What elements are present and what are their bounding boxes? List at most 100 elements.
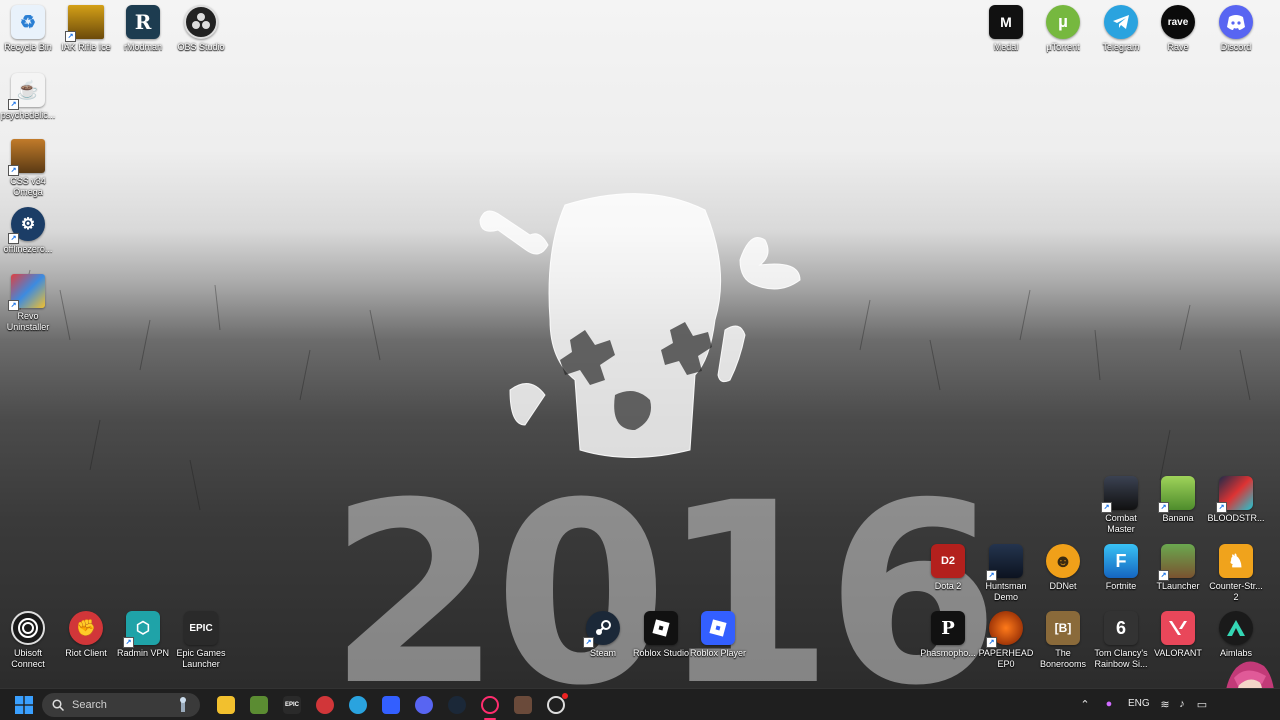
desktop-icon-bloodstrike[interactable]: ↗ BLOODSTR... [1206, 476, 1266, 524]
recycle-bin-icon: ♻ [11, 5, 45, 39]
windows-logo-icon [15, 696, 33, 714]
roblox-icon [382, 696, 400, 714]
desktop-icon-valorant[interactable]: VALORANT [1148, 611, 1208, 659]
taskbar-game-app[interactable] [511, 693, 535, 717]
taskbar-search-box[interactable]: Search [42, 693, 200, 717]
taskbar-minecraft[interactable] [247, 693, 271, 717]
desktop-icon-roblox-studio[interactable]: Roblox Studio [631, 611, 691, 659]
desktop-icon-obs[interactable]: OBS Studio [171, 5, 231, 53]
revo-uninstaller-icon: ↗ [8, 274, 45, 311]
desktop-icon-rmodman[interactable]: R rModman [113, 5, 173, 53]
desktop-icon-paperhead[interactable]: ↗ PAPERHEAD EP0 [976, 611, 1036, 670]
desktop-icon-medal[interactable]: M Medal [976, 5, 1036, 53]
ddnet-icon: ☻ [1046, 544, 1080, 578]
desktop-icon-huntsman[interactable]: ↗ Huntsman Demo [976, 544, 1036, 603]
desktop-icon-iak-rifle[interactable]: ↗ IAK Rifle Ice [56, 5, 116, 53]
discord-icon [415, 696, 433, 714]
aimlabs-icon [1219, 611, 1253, 645]
desktop-icon-dota2[interactable]: D2 Dota 2 [918, 544, 978, 592]
desktop-icon-tlauncher[interactable]: ↗ TLauncher [1148, 544, 1208, 592]
desktop-icon-aimlabs[interactable]: Aimlabs [1206, 611, 1266, 659]
wifi-icon[interactable]: ≋ [1158, 697, 1172, 711]
start-button[interactable] [12, 693, 36, 717]
utorrent-icon: µ [1046, 5, 1080, 39]
desktop-icon-recycle-bin[interactable]: ♻ Recycle Bin [0, 5, 58, 53]
desktop-icon-ubisoft[interactable]: Ubisoft Connect [0, 611, 58, 670]
desktop-icon-combat-master[interactable]: ↗ Combat Master [1091, 476, 1151, 535]
radmin-vpn-icon: ⬡ ↗ [123, 611, 160, 648]
valorant-icon [1161, 611, 1195, 645]
backrooms-icon: [B] [1046, 611, 1080, 645]
epic-games-icon: EPIC [184, 611, 218, 645]
desktop-icon-discord[interactable]: Discord [1206, 5, 1266, 53]
microphone-icon[interactable]: ● [1102, 697, 1116, 711]
counter-strike-icon: ♞ [1219, 544, 1253, 578]
desktop-icon-banana[interactable]: ↗ Banana [1148, 476, 1208, 524]
show-hidden-icons-chevron-icon[interactable]: ⌃ [1078, 697, 1092, 711]
bloodstrike-icon: ↗ [1216, 476, 1253, 513]
epic-games-icon: EPIC [283, 696, 301, 714]
desktop-icon-fortnite[interactable]: F Fortnite [1091, 544, 1151, 592]
taskbar-steam[interactable] [445, 693, 469, 717]
desktop-icon-utorrent[interactable]: µ µTorrent [1033, 5, 1093, 53]
search-highlight-icon [180, 697, 186, 712]
telegram-icon [1104, 5, 1138, 39]
opera-gx-icon [481, 696, 499, 714]
search-placeholder: Search [72, 699, 107, 711]
desktop-icon-riot[interactable]: ✊ Riot Client [56, 611, 116, 659]
desktop-icon-telegram[interactable]: Telegram [1091, 5, 1151, 53]
roblox-studio-icon [644, 611, 678, 645]
discord-icon [1219, 5, 1253, 39]
taskbar-discord[interactable] [412, 693, 436, 717]
desktop-icon-radmin[interactable]: ⬡ ↗ Radmin VPN [113, 611, 173, 659]
desktop-icon-steam[interactable]: ↗ Steam [573, 611, 633, 659]
rave-icon: rave [1161, 5, 1195, 39]
desktop-icon-revo[interactable]: ↗ Revo Uninstaller [0, 274, 58, 333]
offlinezero-icon: ⚙ ↗ [8, 207, 45, 244]
taskbar-gpu-tool[interactable] [544, 693, 568, 717]
riot-fist-icon: ✊ [69, 611, 103, 645]
rmodman-icon: R [126, 5, 160, 39]
rainbow-six-icon: 6 [1104, 611, 1138, 645]
huntsman-icon: ↗ [986, 544, 1023, 581]
search-icon [52, 699, 64, 711]
taskbar-epic-games[interactable]: EPIC [280, 693, 304, 717]
minecraft-icon [250, 696, 268, 714]
taskbar-roblox[interactable] [379, 693, 403, 717]
taskbar-opera-gx[interactable] [478, 693, 502, 720]
skull-crossbones-graphic [479, 193, 801, 458]
notification-dot [562, 693, 568, 699]
desktop-icon-counter-strike[interactable]: ♞ Counter-Str... 2 [1206, 544, 1266, 603]
banana-icon: ↗ [1158, 476, 1195, 513]
steam-icon [448, 696, 466, 714]
taskbar-file-explorer[interactable] [214, 693, 238, 717]
obs-icon [184, 5, 218, 39]
battery-icon[interactable]: ▭ [1195, 697, 1209, 711]
ubisoft-icon [11, 611, 45, 645]
phasmophobia-icon: P [931, 611, 965, 645]
game-face-icon [514, 696, 532, 714]
taskbar: Search EPIC ⌃ ● ENG ≋ ♪ ▭ [0, 688, 1280, 720]
fortnite-icon: F [1104, 544, 1138, 578]
desktop-icon-rave[interactable]: rave Rave [1148, 5, 1208, 53]
taskbar-riot-client[interactable] [313, 693, 337, 717]
css-game-icon: ↗ [8, 139, 45, 176]
desktop-icon-phasmophobia[interactable]: P Phasmopho... [918, 611, 978, 659]
desktop-icon-roblox-player[interactable]: Roblox Player [688, 611, 748, 659]
desktop-icon-psychedelic[interactable]: ☕ ↗ psychedelic... [0, 73, 58, 121]
tlauncher-icon: ↗ [1158, 544, 1195, 581]
medal-icon: M [989, 5, 1023, 39]
java-icon: ☕ ↗ [8, 73, 45, 110]
desktop-icon-css-omega[interactable]: ↗ CSS v34 Omega [0, 139, 58, 198]
desktop-icon-offlinezero[interactable]: ⚙ ↗ offlinezero... [0, 207, 58, 255]
gpu-tool-icon [547, 696, 565, 714]
desktop-icon-rainbow-six[interactable]: 6 Tom Clancy's Rainbow Si... [1091, 611, 1151, 670]
riot-icon [316, 696, 334, 714]
taskbar-telegram[interactable] [346, 693, 370, 717]
desktop-icon-backrooms[interactable]: [B] The Bonerooms [1033, 611, 1093, 670]
volume-icon[interactable]: ♪ [1175, 697, 1189, 711]
desktop-icon-epic[interactable]: EPIC Epic Games Launcher [171, 611, 231, 670]
desktop-icon-ddnet[interactable]: ☻ DDNet [1033, 544, 1093, 592]
dota2-icon: D2 [931, 544, 965, 578]
language-indicator[interactable]: ENG [1128, 698, 1150, 709]
